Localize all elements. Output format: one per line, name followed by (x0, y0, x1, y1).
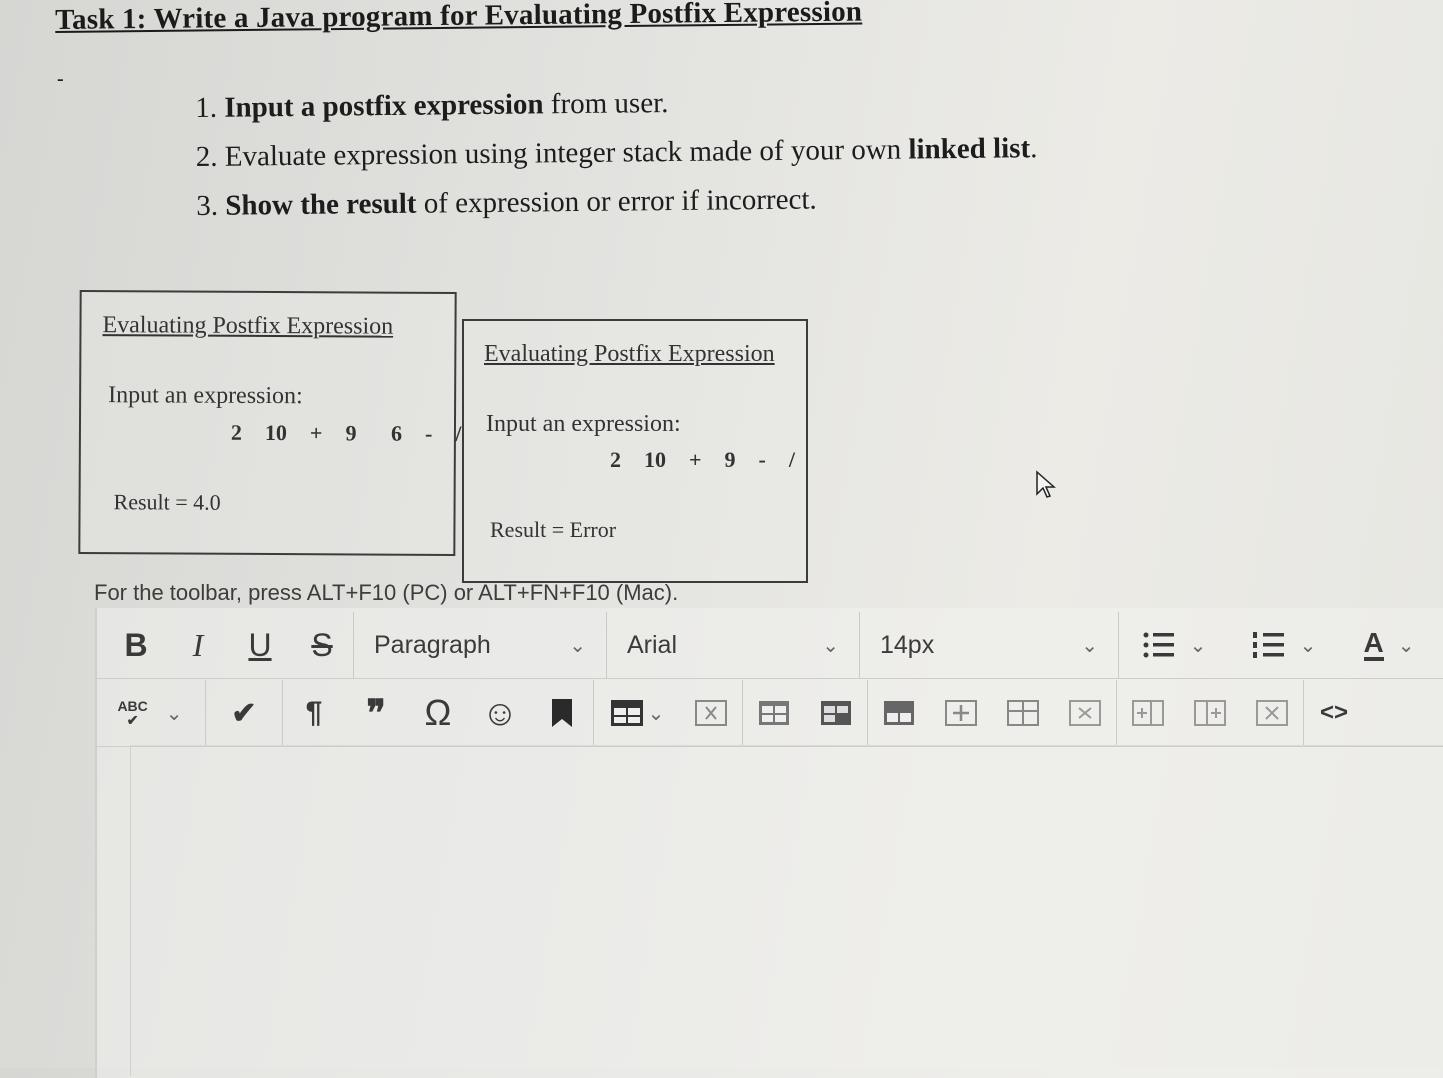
editor-content-area[interactable] (130, 745, 1443, 1076)
chevron-down-icon: ⌄ (822, 634, 839, 657)
example-result: Result = 4.0 (113, 489, 221, 515)
mouse-cursor-icon (1036, 470, 1056, 498)
paragraph-mark-button[interactable]: ¶ (283, 683, 345, 743)
insert-row-before-button[interactable] (868, 683, 930, 743)
spellcheck-label: ABC (117, 698, 148, 714)
table-insert-column-after-icon (1194, 700, 1226, 726)
step-number: 2. (195, 140, 218, 173)
block-format-value: Paragraph (374, 630, 491, 659)
example-expression: 2 10 + 9 6 - / (230, 419, 462, 447)
delete-row-button[interactable] (992, 683, 1054, 743)
spellcheck-button[interactable]: ABC ✔ ⌄ (95, 683, 205, 743)
table-insert-column-icon (1132, 700, 1164, 726)
step-bold-text: Show the result (225, 187, 417, 222)
example-output-success: Evaluating Postfix Expression Input an e… (78, 290, 461, 556)
step-bold-text: Input a postfix expression (224, 88, 544, 124)
chevron-down-icon: ⌄ (1081, 634, 1098, 657)
remove-row-button[interactable] (1054, 683, 1116, 743)
numbered-list-icon (1252, 632, 1284, 658)
table-row-icon (759, 701, 789, 725)
chevron-down-icon: ⌄ (1299, 634, 1317, 657)
source-code-button[interactable]: <> (1304, 683, 1364, 743)
table-remove-row-icon (1069, 700, 1101, 726)
chevron-down-icon: ⌄ (165, 702, 183, 725)
table-delete-column-icon (1256, 700, 1288, 726)
example-title: Evaluating Postfix Expression (484, 341, 775, 367)
underline-button[interactable]: U (229, 615, 291, 675)
spellcheck-icon: ABC ✔ (117, 698, 148, 728)
block-format-select[interactable]: Paragraph ⌄ (354, 615, 606, 675)
delete-table-button[interactable] (680, 683, 742, 743)
table-button[interactable]: ⌄ (594, 683, 680, 743)
step-number: 3. (196, 189, 219, 222)
font-size-value: 14px (880, 630, 935, 659)
example-title: Evaluating Postfix Expression (102, 312, 394, 340)
table-row-properties-button[interactable] (743, 683, 805, 743)
example-prompt: Input an expression: (486, 411, 681, 437)
task-steps: 1. Input a postfix expression from user.… (195, 75, 1038, 231)
emoji-button[interactable]: ☺ (469, 683, 531, 743)
step-number: 1. (195, 91, 218, 124)
step-bold-text: linked list (908, 132, 1031, 166)
toolbar-hint: For the toolbar, press ALT+F10 (PC) or A… (94, 580, 679, 605)
example-prompt: Input an expression: (108, 382, 303, 410)
table-add-icon (1007, 700, 1039, 726)
bullet-list-icon (1143, 632, 1174, 658)
font-color-icon: A (1363, 629, 1384, 661)
task-title: Task 1: Write a Java program for Evaluat… (55, 0, 863, 36)
chevron-down-icon: ⌄ (569, 634, 586, 657)
bold-button[interactable]: B (105, 615, 167, 675)
font-family-select[interactable]: Arial ⌄ (607, 615, 859, 675)
table-insert-row-icon (884, 701, 914, 725)
example-expression: 2 10 + 9 - / (610, 447, 795, 472)
table-cell-icon (821, 701, 851, 725)
italic-button[interactable]: I (167, 615, 229, 675)
chevron-down-icon: ⌄ (1189, 634, 1207, 657)
example-output-error: Evaluating Postfix Expression Input an e… (462, 319, 808, 583)
checkmark-icon: ✔ (231, 696, 257, 730)
numbered-list-button[interactable]: ⌄ (1229, 615, 1339, 675)
font-color-button[interactable]: A ⌄ (1339, 615, 1439, 675)
bookmark-button[interactable] (531, 683, 593, 743)
accessibility-check-button[interactable]: ✔ (206, 683, 282, 743)
step-item: 3. Show the result of expression or erro… (196, 173, 1038, 231)
example-result: Result = Error (490, 517, 617, 542)
step-text: of expression or error if incorrect. (416, 183, 817, 220)
step-text: Evaluate expression using integer stack … (224, 133, 909, 173)
step-item: 2. Evaluate expression using integer sta… (196, 124, 1038, 182)
table-insert-row-after-icon (945, 700, 977, 726)
table-icon (610, 700, 643, 726)
bookmark-icon (552, 699, 572, 727)
chevron-down-icon: ⌄ (1397, 634, 1415, 657)
stray-dash: - (57, 68, 64, 90)
table-delete-icon (695, 700, 727, 726)
step-item: 1. Input a postfix expression from user. (195, 75, 1037, 133)
insert-column-after-button[interactable] (1179, 683, 1241, 743)
table-cell-properties-button[interactable] (805, 683, 867, 743)
toolbar-row-insert: ABC ✔ ⌄ ✔ ¶ ❞ Ω ☺ ⌄ <> (95, 680, 1443, 747)
blockquote-button[interactable]: ❞ (345, 683, 407, 743)
bullet-list-button[interactable]: ⌄ (1119, 615, 1229, 675)
font-family-value: Arial (627, 630, 678, 659)
delete-column-button[interactable] (1241, 683, 1303, 743)
insert-column-before-button[interactable] (1117, 683, 1179, 743)
insert-row-after-button[interactable] (930, 683, 992, 743)
strikethrough-button[interactable]: S (291, 615, 353, 675)
step-text: from user. (543, 87, 669, 121)
special-character-button[interactable]: Ω (407, 683, 469, 743)
font-size-select[interactable]: 14px ⌄ (860, 615, 1118, 675)
toolbar-row-formatting: B I U S Paragraph ⌄ Arial ⌄ 14px ⌄ ⌄ ⌄ A… (95, 612, 1443, 679)
chevron-down-icon: ⌄ (647, 702, 665, 725)
step-text: . (1029, 132, 1038, 165)
